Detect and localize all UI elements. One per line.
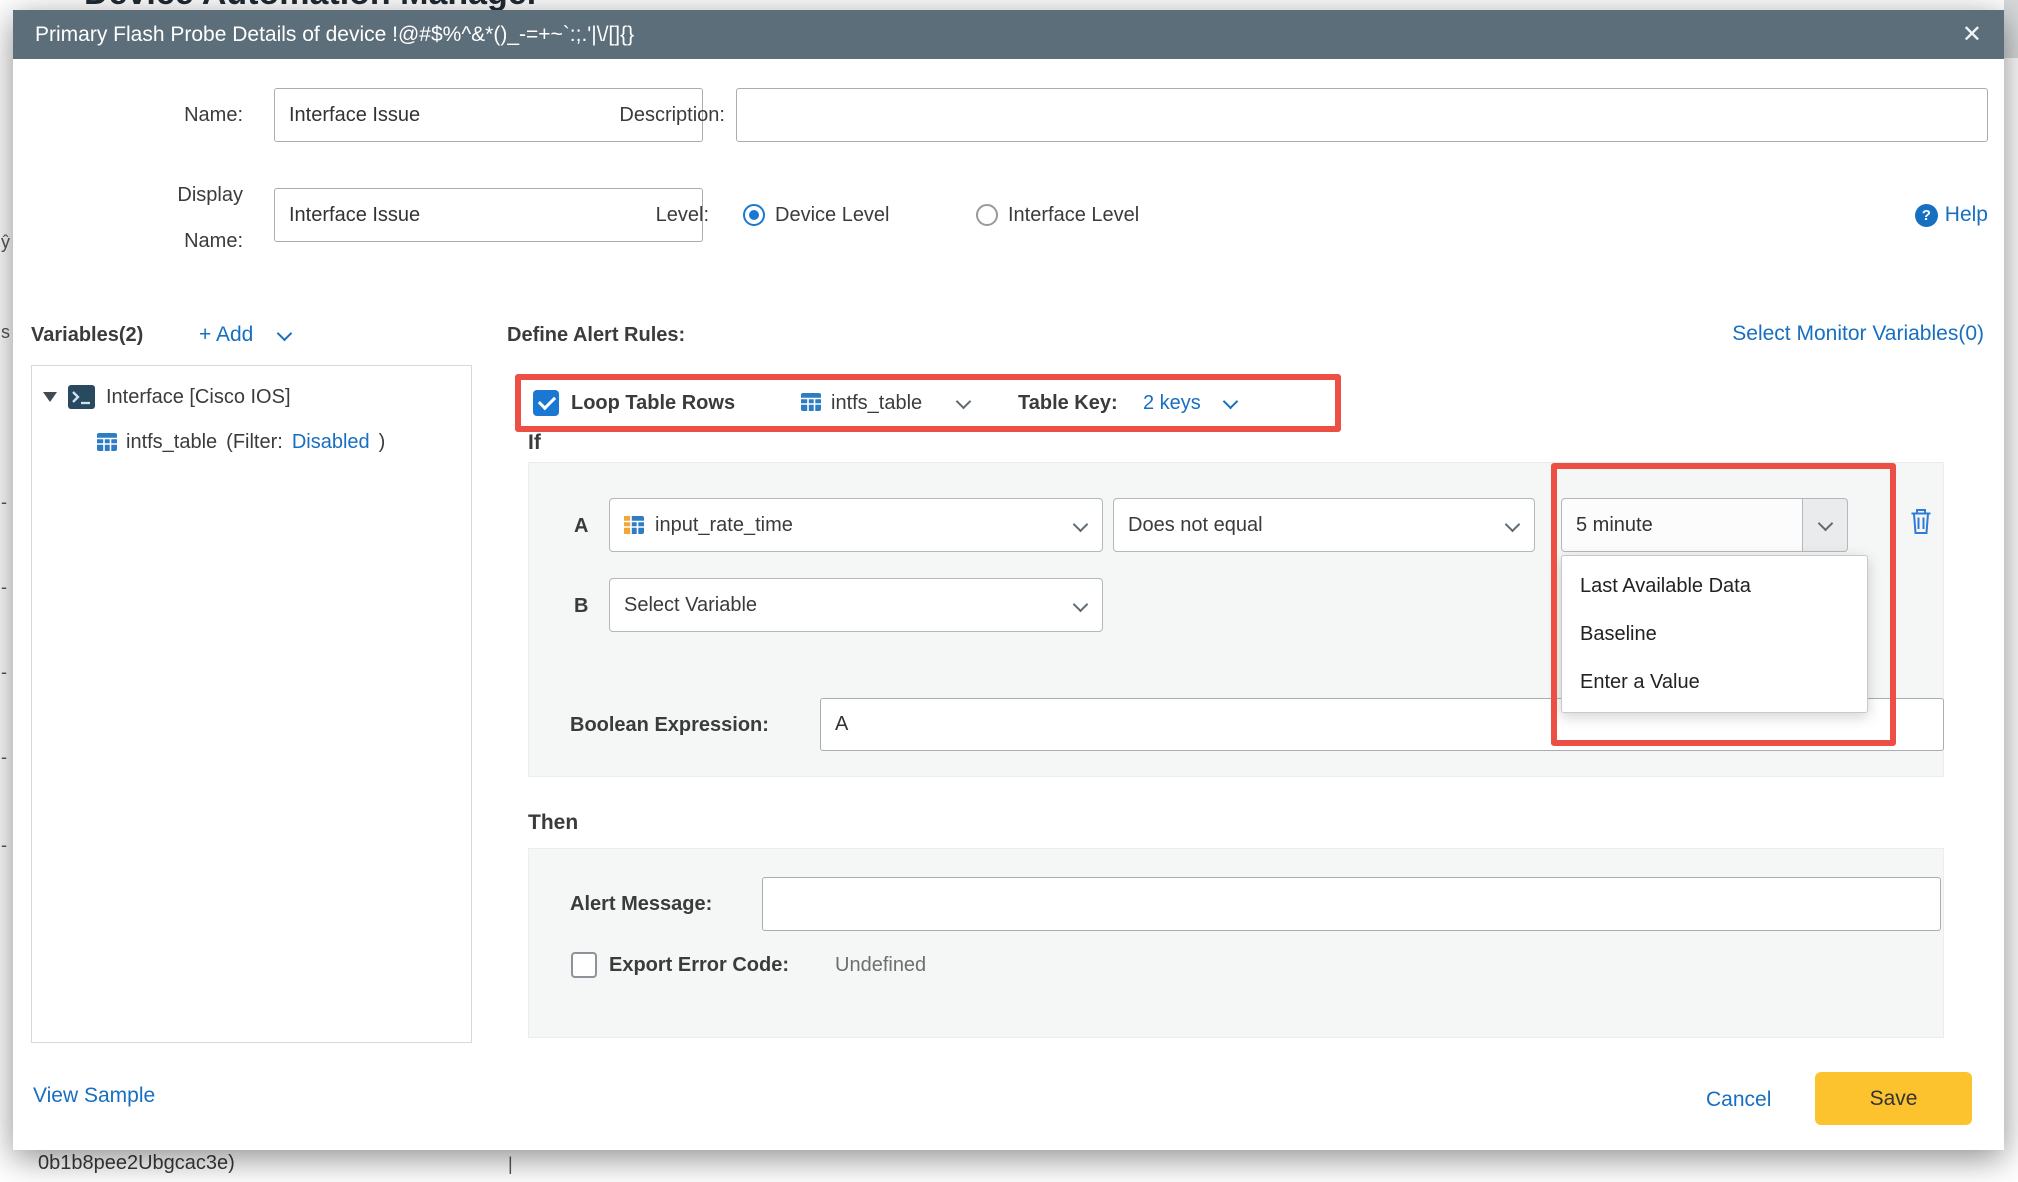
variable-tree-child[interactable]: intfs_table (Filter: Disabled ) [97, 424, 385, 460]
filter-suffix: ) [379, 431, 386, 454]
variable-parent-label: Interface [Cisco IOS] [106, 386, 291, 409]
if-section-label: If [528, 428, 541, 458]
row-a-label: A [574, 508, 588, 544]
table-icon [97, 432, 117, 452]
select-monitor-variables-link[interactable]: Select Monitor Variables(0) [1732, 322, 1984, 346]
dialog-titlebar: Primary Flash Probe Details of device !@… [13, 10, 2004, 59]
probe-details-dialog: Primary Flash Probe Details of device !@… [13, 10, 2004, 1150]
menu-item-last-available-data[interactable]: Last Available Data [1562, 562, 1867, 610]
variable-b-select[interactable]: Select Variable [609, 578, 1103, 632]
background-text-fragment: - [1, 577, 7, 598]
export-error-code-checkbox[interactable] [571, 952, 597, 978]
menu-item-enter-a-value[interactable]: Enter a Value [1562, 658, 1867, 706]
help-link[interactable]: ? Help [1915, 188, 1988, 242]
save-button[interactable]: Save [1815, 1072, 1972, 1125]
row-b-label: B [574, 588, 588, 624]
dialog-title: Primary Flash Probe Details of device !@… [35, 23, 634, 47]
variables-panel [31, 365, 472, 1043]
background-text-fragment: ŷ [1, 232, 10, 253]
variable-tree-parent[interactable]: Interface [Cisco IOS] [43, 379, 291, 415]
variable-child-label: intfs_table [126, 431, 217, 454]
export-error-code-value: Undefined [835, 947, 926, 983]
boolean-expression-label: Boolean Expression: [570, 707, 769, 743]
loop-table-rows-label: Loop Table Rows [571, 385, 735, 421]
operator-value: Does not equal [1128, 514, 1263, 537]
loop-table-rows-checkbox[interactable] [533, 390, 559, 416]
terminal-icon [68, 385, 95, 409]
name-label: Name: [73, 88, 243, 142]
description-input[interactable] [736, 88, 1988, 142]
filter-prefix: (Filter: [226, 431, 283, 454]
table-key-label: Table Key: [1018, 385, 1118, 421]
background-text-fragment: s [1, 322, 10, 343]
display-name-label: Display Name: [73, 172, 243, 264]
loop-table-name[interactable]: intfs_table [831, 385, 922, 421]
alert-message-label: Alert Message: [570, 886, 712, 922]
threshold-value-field[interactable]: 5 minute [1561, 498, 1803, 552]
export-error-code-label: Export Error Code: [609, 947, 789, 983]
display-name-label-line: Name: [184, 218, 243, 264]
radio-selected-icon[interactable] [743, 204, 765, 226]
chevron-down-icon [1817, 515, 1833, 531]
radio-unselected-icon[interactable] [976, 204, 998, 226]
level-option-interface[interactable]: Interface Level [976, 188, 1139, 242]
then-section-label: Then [528, 808, 578, 838]
variable-a-select[interactable]: input_rate_time [609, 498, 1103, 552]
table-key-value[interactable]: 2 keys [1143, 385, 1201, 421]
variable-b-placeholder: Select Variable [624, 594, 757, 617]
page-scrollbar-corner [2004, 0, 2018, 58]
level-option-device-label: Device Level [775, 204, 890, 227]
chevron-down-icon[interactable] [1223, 394, 1239, 410]
background-text-fragment: - [1, 662, 7, 683]
define-alert-rules-title: Define Alert Rules: [507, 315, 685, 355]
background-text-fragment: - [1, 747, 7, 768]
threshold-value-text: 5 minute [1576, 514, 1653, 537]
variables-title: Variables(2) [31, 315, 143, 355]
background-text-fragment: - [1, 492, 7, 513]
background-bottom-text: 0b1b8pee2Ubgcac3e) [38, 1152, 235, 1175]
close-icon[interactable]: ✕ [1962, 23, 1982, 47]
operator-select[interactable]: Does not equal [1113, 498, 1535, 552]
alert-message-input[interactable] [762, 877, 1941, 931]
help-link-label: Help [1945, 203, 1988, 227]
background-text-fragment: - [1, 835, 7, 856]
filter-disabled-link[interactable]: Disabled [292, 431, 370, 454]
menu-item-baseline[interactable]: Baseline [1562, 610, 1867, 658]
chevron-down-icon [1073, 517, 1089, 533]
add-variable-label: + Add [199, 323, 253, 347]
level-label: Level: [569, 188, 709, 242]
table-column-icon [624, 515, 644, 535]
table-icon [801, 392, 821, 412]
add-variable-button[interactable]: + Add [199, 315, 290, 355]
level-option-interface-label: Interface Level [1008, 204, 1139, 227]
chevron-down-icon [1505, 517, 1521, 533]
expander-icon[interactable] [43, 392, 57, 402]
background-text-fragment: | [508, 1154, 513, 1175]
view-sample-link[interactable]: View Sample [33, 1084, 155, 1108]
help-icon: ? [1915, 204, 1938, 227]
chevron-down-icon [277, 325, 293, 341]
variable-a-value: input_rate_time [655, 514, 793, 537]
chevron-down-icon [1073, 597, 1089, 613]
threshold-value-menu: Last Available Data Baseline Enter a Val… [1561, 555, 1868, 713]
chevron-down-icon[interactable] [956, 394, 972, 410]
description-label: Description: [533, 88, 725, 142]
cancel-button[interactable]: Cancel [1706, 1088, 1771, 1112]
level-option-device[interactable]: Device Level [743, 188, 890, 242]
display-name-label-line: Display [177, 172, 243, 218]
threshold-value-dropdown-button[interactable] [1803, 498, 1848, 552]
delete-rule-icon[interactable] [1909, 507, 1933, 535]
